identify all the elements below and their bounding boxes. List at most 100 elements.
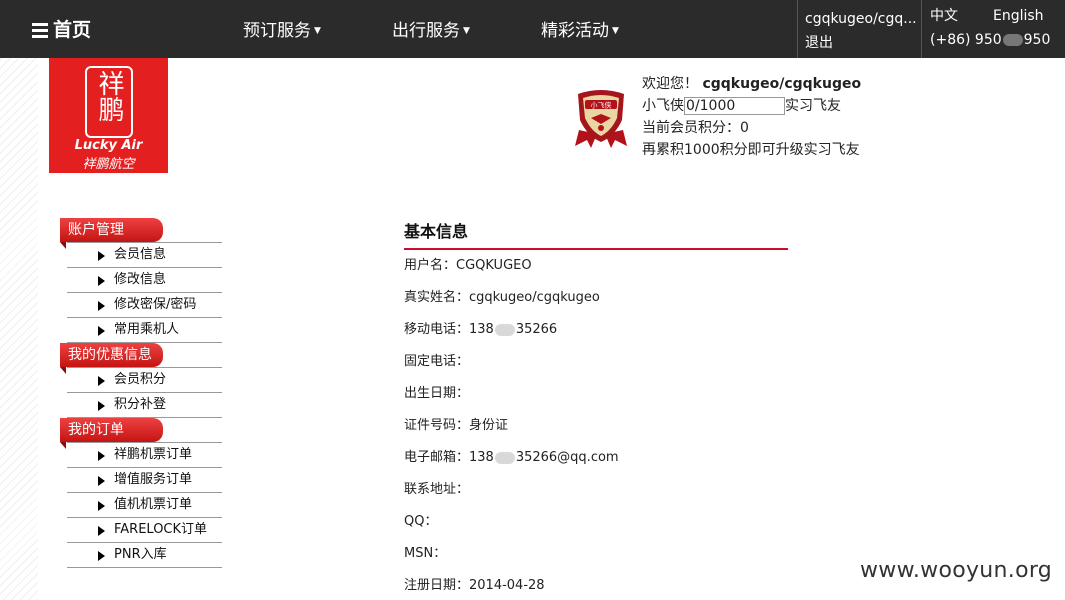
nav-booking-label: 预订服务: [243, 21, 311, 41]
next-level-name: 实习飞友: [785, 98, 841, 114]
sidebar-item-label: 祥鹏机票订单: [114, 447, 193, 462]
points-line: 当前会员积分：0: [642, 120, 749, 136]
arrow-right-icon: [98, 251, 105, 261]
sidebar-item-label: 会员信息: [114, 247, 167, 262]
sidebar-section-title: 我的优惠信息: [60, 343, 163, 367]
language-english-link[interactable]: English: [993, 7, 1044, 25]
upgrade-line: 再累积1000积分即可升级实习飞友: [642, 142, 860, 158]
sidebar-item-farelock-orders[interactable]: FARELOCK订单: [67, 518, 222, 543]
sidebar-item-member-points[interactable]: 会员积分: [67, 368, 222, 393]
arrow-right-icon: [98, 401, 105, 411]
mobile-suffix: 35266: [515, 322, 558, 337]
field-address: 联系地址：: [404, 482, 470, 497]
sidebar-section-offers: 我的优惠信息: [60, 343, 222, 374]
badge-text: 小飞侠: [591, 101, 612, 110]
level-progress-field: 0/1000: [684, 97, 785, 115]
sidebar-item-label: 修改信息: [114, 272, 167, 287]
page-title: 基本信息: [404, 222, 469, 241]
caret-down-icon: ▼: [314, 26, 321, 36]
member-summary: 欢迎您！ cgqkugeo/cgqkugeo 小飞侠 0/1000 实习飞友 当前会…: [642, 73, 861, 161]
level-line: 小飞侠 0/1000 实习飞友: [642, 95, 861, 117]
user-display-name[interactable]: cgqkugeo/cgq...: [805, 7, 917, 31]
home-link[interactable]: 首页: [32, 19, 91, 41]
caret-down-icon: ▼: [463, 26, 470, 36]
email-prefix: 电子邮箱：138: [404, 450, 494, 465]
sidebar-item-edit-info[interactable]: 修改信息: [67, 268, 222, 293]
email-suffix: 35266@qq.com: [515, 450, 619, 465]
sidebar-item-label: 增值服务订单: [114, 472, 193, 487]
field-qq: QQ：: [404, 514, 438, 529]
lucky-air-logo[interactable]: 祥鹏 Lucky Air 祥鹏航空: [49, 58, 168, 173]
field-landline: 固定电话：: [404, 354, 470, 369]
title-underline: [404, 248, 788, 250]
sidebar-section-account: 账户管理: [60, 218, 222, 249]
arrow-right-icon: [98, 301, 105, 311]
sidebar-item-pnr-import[interactable]: PNR入库: [67, 543, 222, 568]
ribbon-fold: [60, 367, 66, 374]
sidebar-item-label: FARELOCK订单: [114, 522, 208, 537]
sidebar-item-label: 会员积分: [114, 372, 167, 387]
nav-booking-services[interactable]: 预订服务 ▼: [243, 20, 321, 42]
arrow-right-icon: [98, 476, 105, 486]
sidebar-item-label: PNR入库: [114, 547, 167, 562]
mobile-prefix: 移动电话：138: [404, 322, 494, 337]
nav-divider: [797, 0, 798, 58]
language-chinese-link[interactable]: 中文: [930, 7, 958, 25]
logo-seal: 祥鹏: [85, 66, 133, 138]
field-birthdate: 出生日期：: [404, 386, 470, 401]
home-label: 首页: [53, 19, 92, 41]
ribbon-fold: [60, 442, 66, 449]
sidebar-item-label: 修改密保/密码: [114, 297, 197, 312]
watermark: www.wooyun.org: [860, 558, 1053, 583]
logo-brand-en: Lucky Air: [74, 138, 143, 153]
account-sidebar: 账户管理 会员信息 修改信息 修改密保/密码 常用乘机人 我的优惠信息 会员积分…: [60, 218, 222, 568]
nav-travel-label: 出行服务: [392, 21, 460, 41]
field-real-name: 真实姓名：cgqkugeo/cgqkugeo: [404, 290, 600, 305]
redaction-blur: [1002, 34, 1023, 46]
field-msn: MSN：: [404, 546, 447, 561]
nav-divider: [921, 0, 922, 58]
logout-link[interactable]: 退出: [805, 31, 917, 55]
sidebar-item-member-info[interactable]: 会员信息: [67, 243, 222, 268]
caret-down-icon: ▼: [612, 26, 619, 36]
sidebar-item-addon-orders[interactable]: 增值服务订单: [67, 468, 222, 493]
logo-brand-cn: 祥鹏航空: [82, 157, 135, 172]
sidebar-item-label: 值机机票订单: [114, 497, 193, 512]
hotline-prefix: (+86) 950: [930, 32, 1002, 48]
welcome-line: 欢迎您！ cgqkugeo/cgqkugeo: [642, 73, 861, 95]
sidebar-item-change-password[interactable]: 修改密保/密码: [67, 293, 222, 318]
sidebar-section-title: 账户管理: [60, 218, 163, 242]
arrow-right-icon: [98, 451, 105, 461]
sidebar-item-label: 积分补登: [114, 397, 167, 412]
sidebar-item-points-claim[interactable]: 积分补登: [67, 393, 222, 418]
field-id-number: 证件号码：身份证: [404, 418, 509, 433]
arrow-right-icon: [98, 501, 105, 511]
sidebar-item-label: 常用乘机人: [114, 322, 180, 337]
nav-activities[interactable]: 精彩活动 ▼: [541, 20, 619, 42]
user-menu: cgqkugeo/cgq... 退出: [805, 7, 917, 55]
hotline-suffix: 950: [1023, 32, 1051, 48]
service-hotline: (+86) 950 950: [930, 31, 1050, 49]
arrow-right-icon: [98, 551, 105, 561]
field-mobile: 移动电话：138 35266: [404, 322, 557, 338]
arrow-right-icon: [98, 326, 105, 336]
field-email: 电子邮箱：138 35266@qq.com: [404, 450, 619, 466]
sidebar-item-checkin-orders[interactable]: 值机机票订单: [67, 493, 222, 518]
current-level-name: 小飞侠: [642, 98, 684, 114]
redaction-blur: [494, 323, 515, 336]
menu-icon: [32, 22, 48, 38]
arrow-right-icon: [98, 376, 105, 386]
logo-seal-text: 祥鹏: [94, 70, 124, 122]
arrow-right-icon: [98, 276, 105, 286]
sidebar-item-frequent-passengers[interactable]: 常用乘机人: [67, 318, 222, 343]
welcome-name: cgqkugeo/cgqkugeo: [702, 76, 862, 92]
nav-activities-label: 精彩活动: [541, 21, 609, 41]
sidebar-item-ticket-orders[interactable]: 祥鹏机票订单: [67, 443, 222, 468]
member-level-badge-icon: 小飞侠: [575, 86, 627, 150]
nav-travel-services[interactable]: 出行服务 ▼: [392, 20, 470, 42]
arrow-right-icon: [98, 526, 105, 536]
welcome-prefix: 欢迎您！: [642, 76, 698, 92]
field-register-date: 注册日期：2014-04-28: [404, 578, 545, 593]
ribbon-fold: [60, 242, 66, 249]
field-username: 用户名：CGQKUGEO: [404, 258, 532, 273]
